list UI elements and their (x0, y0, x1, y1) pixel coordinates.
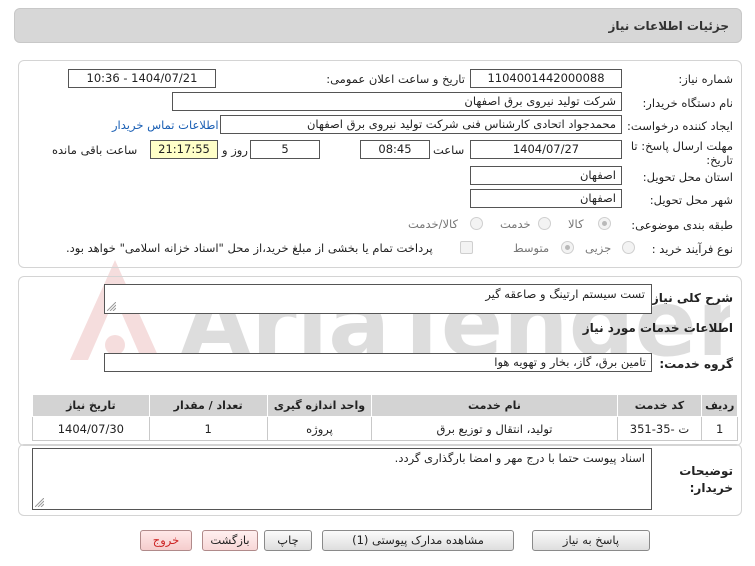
creator-field: محمدجواد اتحادی کارشناس فنی شرکت تولید ن… (220, 115, 622, 134)
notes-field: اسناد پیوست حتما با درج مهر و امضا بارگذ… (32, 448, 652, 510)
creator-label: ایجاد کننده درخواست: (627, 119, 733, 133)
page-header: جزئیات اطلاعات نیاز (14, 8, 742, 43)
exit-button[interactable]: خروج (140, 530, 192, 551)
back-button[interactable]: بازگشت (202, 530, 258, 551)
category-option-goods-service: کالا/خدمت (408, 217, 459, 231)
notes-text: اسناد پیوست حتما با درج مهر و امضا بارگذ… (394, 451, 645, 465)
col-index: ردیف (701, 394, 738, 417)
summary-field: تست سیستم ارتینگ و صاعقه گیر (104, 284, 652, 314)
process-option-minor: جزیی (585, 241, 612, 255)
resize-grip-icon (35, 498, 44, 507)
process-radio-medium[interactable] (561, 241, 574, 254)
view-attachments-button[interactable]: مشاهده مدارک پیوستی (1) (322, 530, 514, 551)
col-date: تاریخ نیاز (32, 394, 150, 417)
remaining-time-field: 21:17:55 (150, 140, 218, 159)
days-field: 5 (250, 140, 320, 159)
table-header-row: ردیف کد خدمت نام خدمت واحد اندازه گیری ت… (32, 394, 738, 417)
resize-grip-icon (107, 302, 116, 311)
summary-label: شرح کلی نیاز: (647, 291, 733, 305)
category-radio-goods[interactable] (598, 217, 611, 230)
remaining-label: ساعت باقی مانده (52, 143, 138, 157)
category-option-goods: کالا (568, 217, 584, 231)
province-label: استان محل تحویل: (642, 170, 733, 184)
city-field: اصفهان (470, 189, 622, 208)
col-name: نام خدمت (371, 394, 618, 417)
summary-text: تست سیستم ارتینگ و صاعقه گیر (485, 287, 645, 301)
need-number-field: 1104001442000088 (470, 69, 622, 88)
announce-label: تاریخ و ساعت اعلان عمومی: (326, 72, 465, 86)
notes-label-line1: توضیحات (679, 464, 733, 478)
category-radio-goods-service[interactable] (470, 217, 483, 230)
print-button[interactable]: چاپ (264, 530, 312, 551)
table-row: 1 ت -35-351 تولید، انتقال و توزیع برق پر… (32, 416, 738, 441)
cell-code: ت -35-351 (616, 416, 703, 441)
treasury-payment-note: پرداخت تمام یا بخشی از مبلغ خرید،از محل … (66, 241, 433, 255)
notes-label-line2: خریدار: (689, 481, 733, 495)
cell-index: 1 (701, 416, 738, 441)
deadline-date-field: 1404/07/27 (470, 140, 622, 159)
need-number-label: شماره نیاز: (678, 72, 733, 86)
deadline-label: مهلت ارسال پاسخ: تا تاریخ: (630, 139, 733, 167)
buyer-org-field: شرکت تولید نیروی برق اصفهان (172, 92, 622, 111)
category-label: طبقه بندی موضوعی: (631, 218, 733, 232)
cell-date: 1404/07/30 (32, 416, 150, 441)
cell-qty: 1 (148, 416, 268, 441)
city-label: شهر محل تحویل: (649, 193, 733, 207)
services-section-title: اطلاعات خدمات مورد نیاز (582, 321, 733, 335)
col-unit: واحد اندازه گیری (266, 394, 373, 417)
process-option-medium: متوسط (513, 241, 550, 255)
service-group-field: تامین برق، گاز، بخار و تهویه هوا (104, 353, 652, 372)
process-label: نوع فرآیند خرید : (651, 242, 733, 256)
days-label: روز و (222, 143, 248, 157)
buyer-org-label: نام دستگاه خریدار: (642, 96, 733, 110)
page-title: جزئیات اطلاعات نیاز (608, 19, 729, 33)
cell-name: تولید، انتقال و توزیع برق (371, 416, 618, 441)
deadline-time-field: 08:45 (360, 140, 430, 159)
reply-button[interactable]: پاسخ به نیاز (532, 530, 650, 551)
buyer-contact-link[interactable]: اطلاعات تماس خریدار (112, 118, 219, 132)
deadline-time-label: ساعت (433, 143, 465, 157)
process-radio-minor[interactable] (622, 241, 635, 254)
col-code: کد خدمت (616, 394, 703, 417)
service-group-label: گروه خدمت: (659, 357, 733, 371)
category-option-service: خدمت (500, 217, 531, 231)
province-field: اصفهان (470, 166, 622, 185)
treasury-payment-checkbox[interactable] (460, 241, 473, 254)
announce-field: 1404/07/21 - 10:36 (68, 69, 216, 88)
category-radio-service[interactable] (538, 217, 551, 230)
cell-unit: پروژه (266, 416, 373, 441)
services-table: ردیف کد خدمت نام خدمت واحد اندازه گیری ت… (32, 394, 738, 441)
col-qty: تعداد / مقدار (148, 394, 268, 417)
